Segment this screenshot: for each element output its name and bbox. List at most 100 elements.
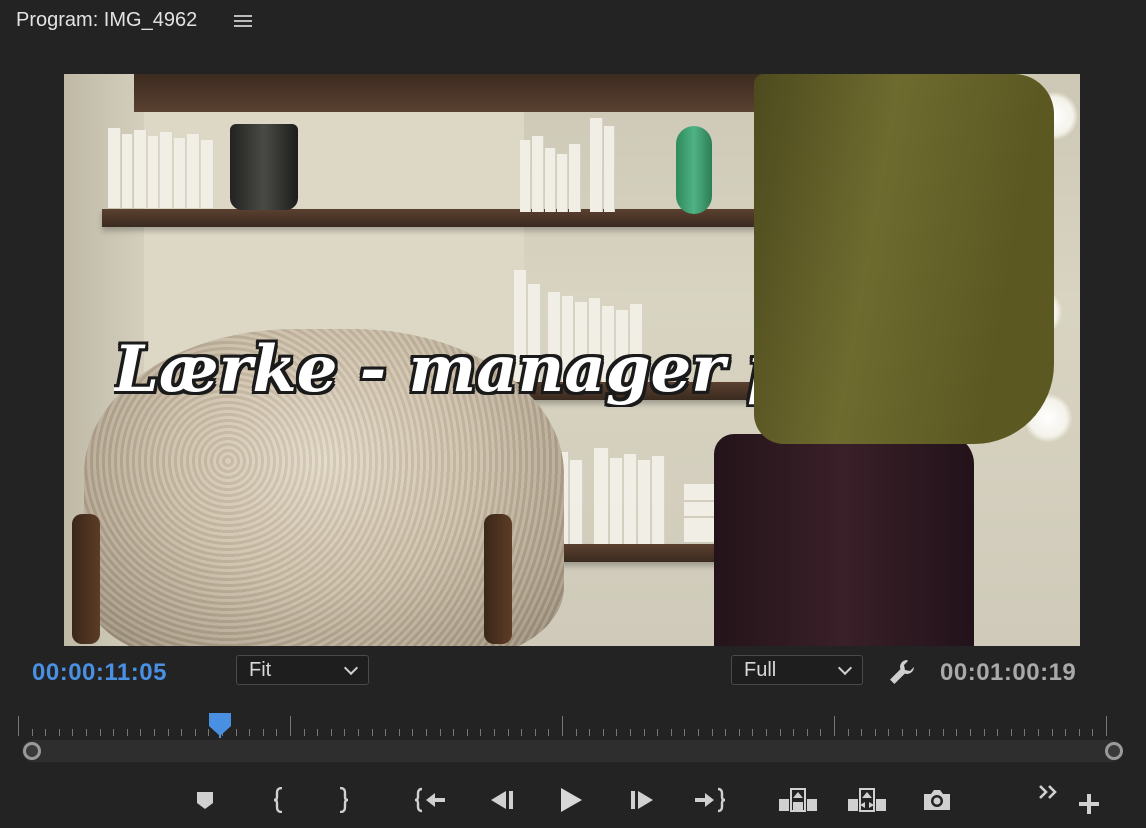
- ruler-tick: [942, 729, 944, 736]
- ruler-tick: [58, 729, 60, 736]
- ruler-tick: [1038, 729, 1039, 736]
- more-controls-button[interactable]: [1034, 776, 1064, 808]
- go-to-out-button[interactable]: [692, 784, 726, 816]
- go-to-in-icon: [414, 787, 445, 813]
- step-forward-button[interactable]: [626, 784, 660, 816]
- video-book: [590, 118, 603, 212]
- zoom-scroll-bar[interactable]: [22, 740, 1122, 762]
- ruler-tick: [167, 729, 169, 736]
- ruler-tick: [262, 729, 264, 736]
- ruler-tick: [344, 729, 346, 736]
- video-book: [624, 454, 637, 544]
- zoom-scroll-right-handle[interactable]: [1105, 742, 1123, 760]
- ruler-tick: [793, 729, 795, 736]
- video-person-pants: [714, 434, 974, 646]
- playhead[interactable]: [208, 712, 232, 738]
- play-button[interactable]: [554, 784, 588, 816]
- ruler-tick: [480, 729, 482, 736]
- ruler-tick: [630, 729, 631, 736]
- video-book: [160, 132, 173, 208]
- play-icon: [561, 788, 582, 812]
- video-book: [134, 130, 147, 208]
- ruler-tick: [711, 729, 713, 736]
- ruler-tick: [31, 729, 33, 736]
- panel-title[interactable]: Program: IMG_4962: [16, 9, 197, 32]
- video-dark-vase: [230, 124, 298, 210]
- ruler-tick: [439, 729, 441, 736]
- mark-out-icon: [339, 787, 349, 813]
- button-editor-button[interactable]: [1072, 788, 1106, 820]
- video-title-overlay: Lærke - manager på: [114, 332, 754, 407]
- ruler-tick: [929, 729, 931, 736]
- ruler-tick: [290, 716, 291, 736]
- video-book: [520, 140, 531, 212]
- export-frame-button[interactable]: [920, 784, 954, 816]
- plus-icon: [1079, 794, 1099, 814]
- hamburger-menu-icon[interactable]: [234, 12, 252, 30]
- ruler-tick: [194, 729, 196, 736]
- ruler-tick: [72, 729, 74, 736]
- ruler-tick: [317, 729, 319, 736]
- step-forward-icon: [631, 791, 653, 809]
- zoom-level-value: Fit: [249, 659, 272, 681]
- video-book: [570, 460, 583, 544]
- ruler-tick: [371, 729, 373, 736]
- chevron-down-icon: [343, 660, 359, 676]
- go-to-out-icon: [695, 787, 726, 813]
- current-timecode[interactable]: 00:00:11:05: [32, 659, 167, 687]
- marker-icon: [197, 792, 213, 809]
- ruler-tick: [494, 729, 495, 736]
- double-chevron-icon: [1039, 785, 1057, 799]
- ruler-tick: [834, 716, 835, 736]
- ruler-tick: [18, 716, 19, 736]
- ruler-tick: [779, 729, 781, 736]
- ruler-tick: [330, 729, 332, 736]
- video-book: [610, 458, 623, 544]
- time-ruler[interactable]: [18, 714, 1108, 736]
- ruler-tick: [154, 729, 155, 736]
- zoom-level-select[interactable]: Fit: [236, 655, 369, 685]
- go-to-in-button[interactable]: [414, 784, 448, 816]
- ruler-tick: [466, 729, 468, 736]
- video-chair-arm: [484, 514, 512, 644]
- video-book: [638, 460, 651, 544]
- wrench-icon[interactable]: [886, 656, 918, 688]
- playback-resolution-select[interactable]: Full: [731, 655, 863, 685]
- step-back-button[interactable]: [484, 784, 518, 816]
- ruler-tick: [874, 729, 876, 736]
- add-marker-button[interactable]: [188, 784, 222, 816]
- ruler-tick: [45, 729, 47, 736]
- video-book: [108, 128, 121, 208]
- ruler-tick: [521, 729, 523, 736]
- video-green-vase: [676, 126, 712, 214]
- mark-in-button[interactable]: [262, 784, 296, 816]
- ruler-tick: [534, 729, 536, 736]
- ruler-tick: [1065, 729, 1067, 736]
- ruler-tick: [385, 729, 387, 736]
- video-book: [569, 144, 581, 212]
- duration-timecode[interactable]: 00:01:00:19: [940, 659, 1076, 687]
- lift-button[interactable]: [776, 784, 820, 816]
- ruler-tick: [1024, 729, 1026, 736]
- video-chair-arm: [72, 514, 100, 644]
- video-book: [604, 126, 615, 212]
- ruler-tick: [752, 729, 754, 736]
- ruler-tick: [657, 729, 659, 736]
- zoom-scroll-left-handle[interactable]: [23, 742, 41, 760]
- video-book: [652, 456, 665, 544]
- program-monitor-video[interactable]: Lærke - manager på: [64, 74, 1080, 646]
- ruler-tick: [113, 729, 115, 736]
- mark-out-button[interactable]: [326, 784, 360, 816]
- ruler-tick: [249, 729, 251, 736]
- ruler-tick: [303, 729, 305, 736]
- ruler-tick: [983, 729, 985, 736]
- ruler-tick: [698, 729, 699, 736]
- video-book: [187, 134, 200, 208]
- extract-button[interactable]: [845, 784, 889, 816]
- ruler-tick: [86, 729, 87, 736]
- ruler-tick: [902, 729, 903, 736]
- ruler-tick: [1051, 729, 1053, 736]
- ruler-tick: [684, 729, 686, 736]
- ruler-tick: [806, 729, 808, 736]
- mark-in-icon: [273, 787, 283, 813]
